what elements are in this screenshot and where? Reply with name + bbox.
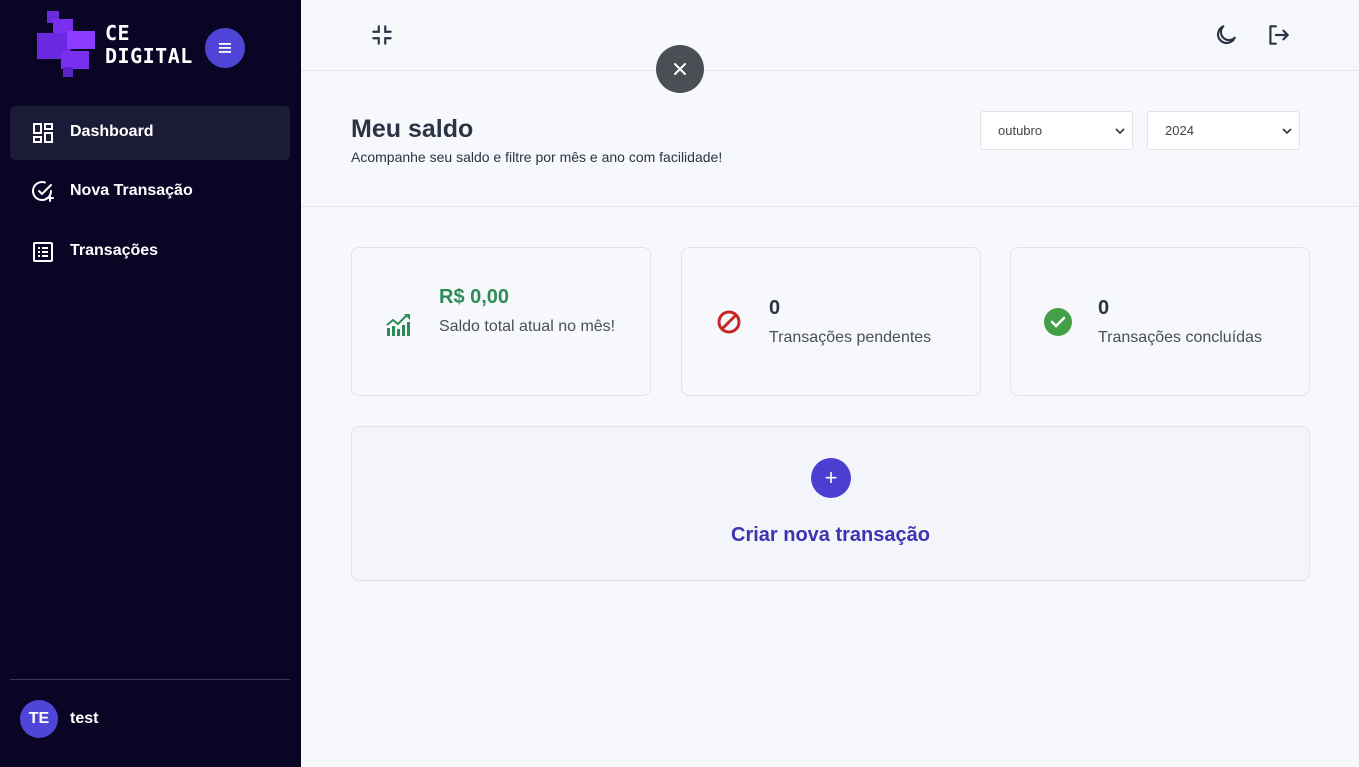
page-title: Meu saldo [351,115,474,143]
list-document-icon [33,242,53,262]
chart-up-icon [386,314,410,336]
brand-line2: DIGITAL [105,44,193,68]
sidebar-item-label: Nova Transação [70,182,193,199]
completed-label: Transações concluídas [1098,329,1262,346]
pending-count: 0 [769,297,781,319]
close-icon [674,63,686,75]
dashboard-grid-icon [33,123,53,143]
year-select-value: 2024 [1165,123,1194,138]
brand-logo-icon [37,11,95,77]
close-button[interactable] [656,45,704,93]
create-transaction-label[interactable]: Criar nova transação [352,524,1309,547]
sidebar: CE DIGITAL Dashboard Nova Transação Tran… [0,0,301,767]
check-circle-icon [1044,308,1072,336]
hamburger-icon [219,43,231,53]
completed-card: 0 Transações concluídas [1010,247,1310,396]
pending-label: Transações pendentes [769,329,932,346]
check-circle-plus-icon [32,181,54,202]
user-name: test [70,710,99,727]
balance-value: R$ 0,00 [439,286,510,308]
moon-icon[interactable] [1213,22,1239,48]
sidebar-item-nova-transacao[interactable]: Nova Transação [10,165,290,219]
sidebar-item-transacoes[interactable]: Transações [10,225,290,279]
logout-icon[interactable] [1265,22,1291,48]
year-select[interactable]: 2024 [1147,111,1300,150]
page-header: Meu saldo Acompanhe seu saldo e filtre p… [301,71,1359,207]
menu-toggle-button[interactable] [205,28,245,68]
month-select[interactable]: outubro [980,111,1133,150]
create-transaction-card[interactable]: + Criar nova transação [351,426,1310,581]
month-select-value: outubro [998,123,1043,138]
brand-name: CE DIGITAL [105,22,193,68]
balance-label: Saldo total atual no mês! [439,318,616,335]
top-bar [301,0,1359,71]
sidebar-item-label: Dashboard [70,123,154,140]
avatar[interactable]: TE [20,700,58,738]
collapse-icon[interactable] [369,22,395,48]
brand-line1: CE [105,21,131,45]
sidebar-divider [10,679,290,680]
completed-count: 0 [1098,297,1110,319]
chevron-down-icon [1115,128,1125,135]
page-subtitle: Acompanhe seu saldo e filtre por mês e a… [351,149,723,165]
prohibited-icon [717,310,741,334]
sidebar-item-dashboard[interactable]: Dashboard [10,106,290,160]
sidebar-item-label: Transações [70,242,159,259]
chevron-down-icon [1282,128,1292,135]
balance-card: R$ 0,00 Saldo total atual no mês! [351,247,651,396]
add-transaction-button[interactable]: + [811,458,851,498]
pending-card: 0 Transações pendentes [681,247,981,396]
